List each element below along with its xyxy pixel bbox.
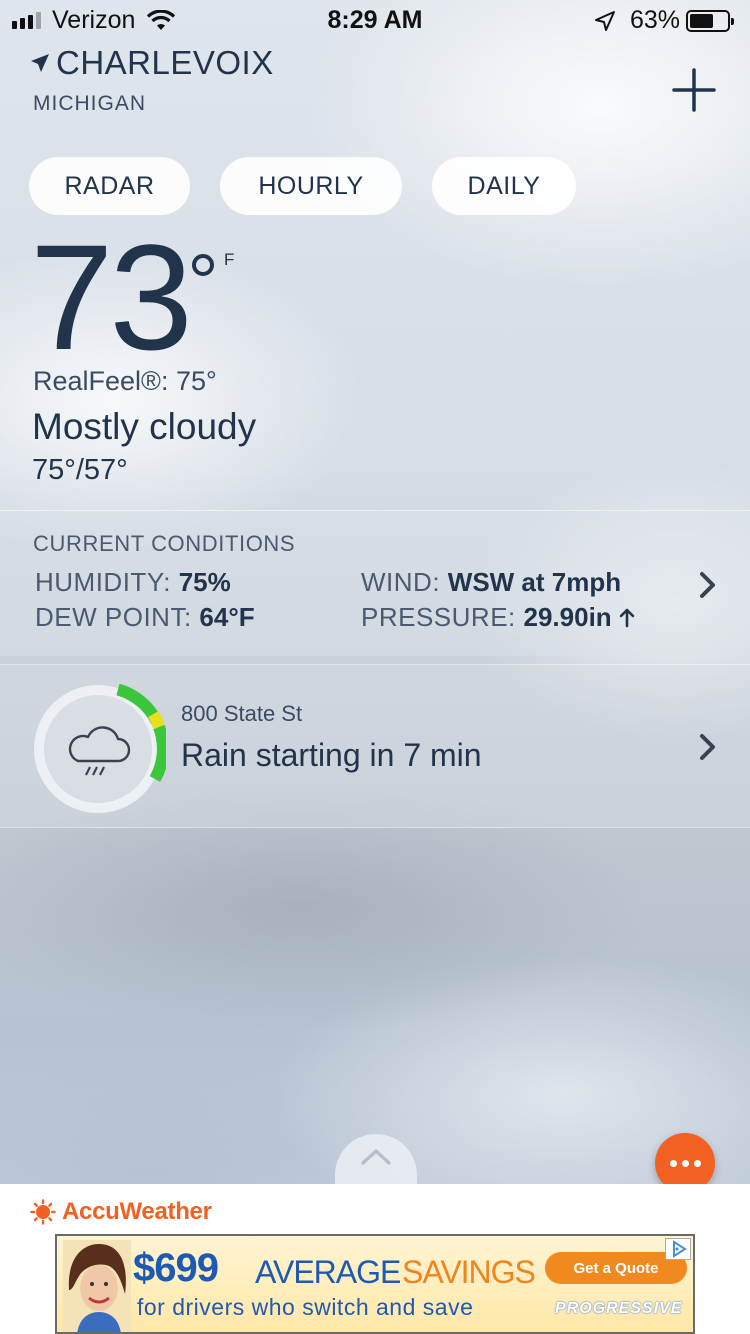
- degree-symbol: [192, 254, 214, 276]
- wind-value: WSW at 7mph: [447, 567, 622, 597]
- dew-point-label: DEW POINT:: [35, 602, 192, 632]
- humidity-value: 75%: [178, 567, 231, 597]
- minute-cast-panel[interactable]: 800 State St Rain starting in 7 min: [0, 664, 750, 828]
- battery-percentage: 63%: [630, 6, 681, 34]
- advertisement-banner[interactable]: $699 AVERAGE SAVINGS for drivers who swi…: [55, 1234, 695, 1334]
- tab-radar[interactable]: RADAR: [29, 157, 190, 215]
- accuweather-brand: AccuWeather: [30, 1198, 212, 1226]
- tab-daily[interactable]: DAILY: [432, 157, 576, 215]
- ad-advertiser-logo: PROGRESSIVE: [555, 1300, 683, 1317]
- realfeel-temperature: RealFeel®: 75°: [33, 366, 217, 396]
- sun-logo-icon: [30, 1199, 56, 1225]
- chevron-up-icon: [361, 1149, 391, 1165]
- minute-cast-address: 800 State St: [181, 701, 303, 726]
- current-conditions-title: CURRENT CONDITIONS: [33, 531, 296, 556]
- location-services-icon: [595, 11, 615, 31]
- chevron-right-icon[interactable]: [698, 571, 718, 599]
- minute-cast-message: Rain starting in 7 min: [181, 737, 482, 773]
- wind-row: WIND: WSW at 7mph: [361, 567, 621, 598]
- temperature-unit: F: [224, 250, 235, 269]
- chevron-right-icon[interactable]: [698, 733, 718, 761]
- arrow-up-icon: [620, 608, 635, 628]
- region-name: MICHIGAN: [33, 92, 146, 115]
- dew-point-row: DEW POINT: 64°F: [35, 602, 255, 633]
- wind-label: WIND:: [361, 567, 441, 597]
- humidity-row: HUMIDITY: 75%: [35, 567, 231, 598]
- tab-hourly[interactable]: HOURLY: [220, 157, 402, 215]
- location-arrow-icon: [31, 54, 49, 72]
- city-name: CHARLEVOIX: [56, 44, 274, 81]
- location-title[interactable]: CHARLEVOIX: [30, 44, 274, 82]
- forecast-tabs: RADAR HOURLY DAILY: [0, 157, 750, 215]
- ad-choices-icon[interactable]: [665, 1238, 691, 1260]
- current-temperature: 73: [30, 213, 193, 381]
- high-low-temperature: 75°/57°: [32, 454, 128, 486]
- ad-average-text: AVERAGE: [255, 1254, 401, 1290]
- weather-condition: Mostly cloudy: [32, 406, 257, 447]
- ad-price: $699: [133, 1246, 219, 1290]
- humidity-label: HUMIDITY:: [35, 567, 171, 597]
- ad-person-image: [63, 1240, 131, 1332]
- ad-savings-text: SAVINGS: [402, 1254, 536, 1290]
- pressure-row: PRESSURE: 29.90in: [361, 602, 635, 633]
- ad-subtitle: for drivers who switch and save: [137, 1294, 474, 1320]
- footer: AccuWeather $699 AVERAGE SAVINGS for dri…: [0, 1184, 750, 1334]
- pressure-label: PRESSURE:: [361, 602, 516, 632]
- current-conditions-panel[interactable]: CURRENT CONDITIONS HUMIDITY: 75% DEW POI…: [0, 510, 750, 656]
- precipitation-gauge: [34, 683, 166, 813]
- more-dots-icon: [669, 1159, 677, 1167]
- dew-point-value: 64°F: [199, 602, 255, 632]
- brand-name: AccuWeather: [62, 1198, 212, 1225]
- status-bar: Verizon 8:29 AM 63%: [0, 0, 750, 40]
- add-location-button[interactable]: [668, 64, 720, 116]
- pressure-value: 29.90in: [523, 602, 612, 632]
- battery-icon: [686, 10, 734, 32]
